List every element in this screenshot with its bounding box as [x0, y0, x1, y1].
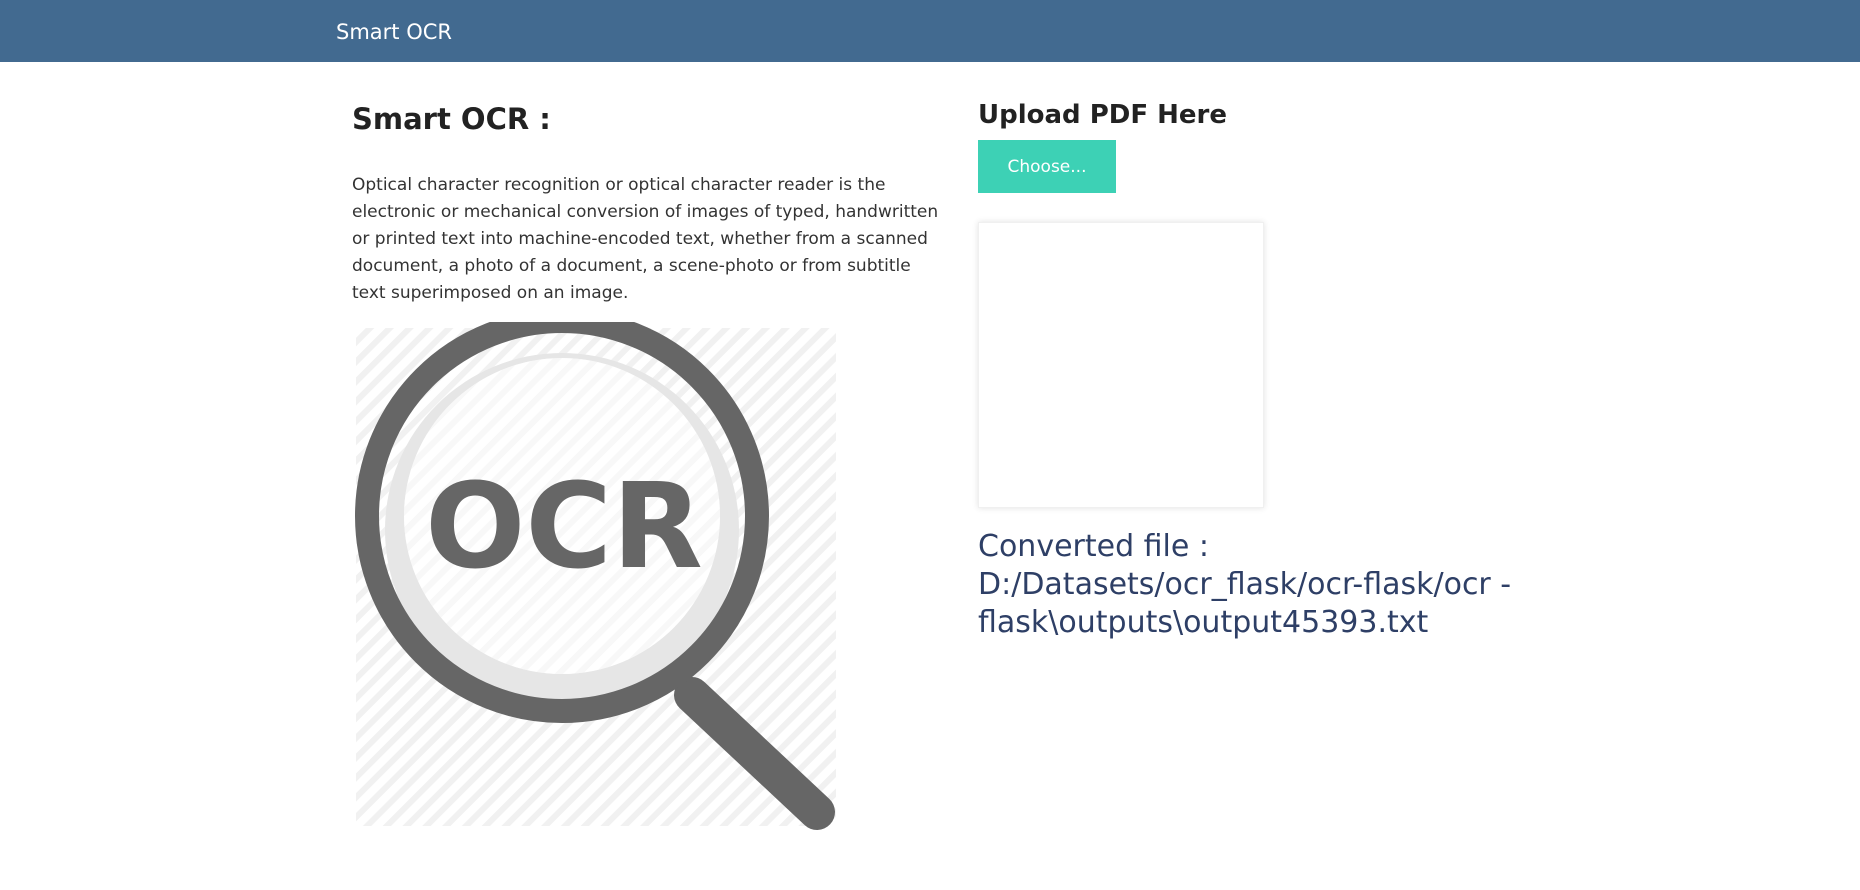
top-navbar: Smart OCR — [0, 0, 1860, 62]
magnifier-ocr-icon: OCR — [355, 309, 836, 830]
converted-path: D:/Datasets/ocr_flask/ocr-flask/ocr - fl… — [978, 567, 1512, 640]
ocr-description: Optical character recognition or optical… — [352, 175, 939, 303]
ocr-illustration: OCR — [352, 309, 842, 834]
illustration-text: OCR — [425, 457, 703, 595]
choose-file-button[interactable]: Choose... — [978, 140, 1116, 193]
converted-label: Converted file : — [978, 529, 1209, 564]
upload-title: Upload PDF Here — [978, 100, 1228, 130]
navbar-brand[interactable]: Smart OCR — [336, 20, 452, 44]
converted-file-info: Converted file : D:/Datasets/ocr_flask/o… — [978, 528, 1538, 642]
file-preview-box — [978, 222, 1264, 508]
page-title: Smart OCR : — [352, 102, 551, 136]
